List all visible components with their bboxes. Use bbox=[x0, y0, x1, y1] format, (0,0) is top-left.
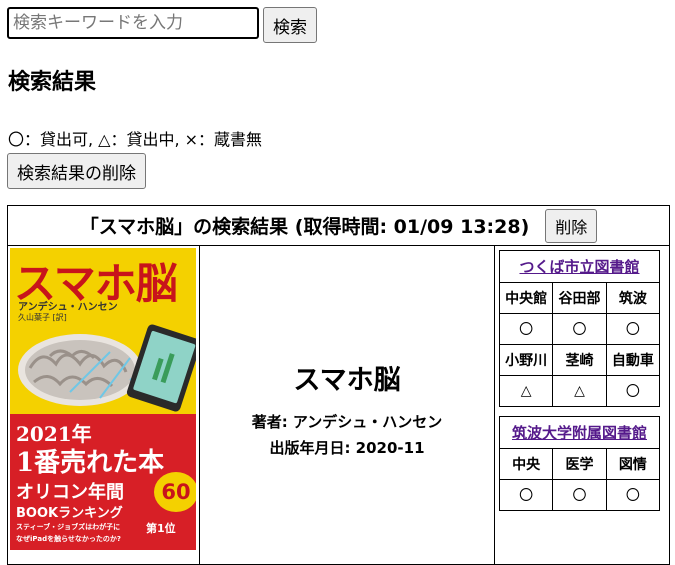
cover-author: アンデシュ・ハンセン bbox=[18, 302, 118, 313]
library-table: つくば市立図書館 中央館 谷田部 筑波 〇 〇 〇 小野川 茎崎 自動車 △ △… bbox=[498, 250, 661, 407]
availability-status: 〇 bbox=[605, 375, 661, 407]
cover-band-line: 1番売れた本 bbox=[16, 448, 165, 478]
availability-status: 〇 bbox=[498, 313, 554, 345]
branch-name: 自動車 bbox=[605, 344, 661, 376]
book-title: スマホ脳 bbox=[293, 364, 401, 396]
branch-name: 医学 bbox=[552, 448, 607, 480]
availability-status: 〇 bbox=[605, 313, 661, 345]
library-link[interactable]: 筑波大学附属図書館 bbox=[512, 424, 647, 442]
availability-status: △ bbox=[552, 375, 607, 407]
result-header-text: 「スマホ脳」の検索結果 (取得時間: 01/09 13:28) bbox=[79, 216, 530, 238]
branch-name: 図情 bbox=[605, 448, 661, 480]
result-card: 「スマホ脳」の検索結果 (取得時間: 01/09 13:28) 削除 スマホ脳 … bbox=[7, 205, 670, 565]
availability-status: 〇 bbox=[498, 479, 554, 511]
search-bar: 検索 bbox=[7, 7, 317, 43]
availability-status: 〇 bbox=[552, 479, 607, 511]
branch-name: 中央館 bbox=[498, 282, 554, 314]
cover-badge: 60 bbox=[154, 472, 196, 512]
cover-band-line: スティーブ・ジョブズはわが子に bbox=[16, 523, 121, 531]
branch-name: 小野川 bbox=[498, 344, 554, 376]
branch-name: 中央 bbox=[498, 448, 554, 480]
book-cover-image: スマホ脳 アンデシュ・ハンセン 久山葉子 [訳] 2021年 1番売れた本 オリ… bbox=[10, 248, 196, 550]
book-info: スマホ脳 著者: アンデシュ・ハンセン 出版年月日: 2020-11 bbox=[200, 246, 495, 564]
search-button[interactable]: 検索 bbox=[263, 7, 317, 43]
branch-name: 谷田部 bbox=[552, 282, 607, 314]
result-header: 「スマホ脳」の検索結果 (取得時間: 01/09 13:28) 削除 bbox=[8, 206, 669, 246]
availability-status: 〇 bbox=[552, 313, 607, 345]
status-legend: 〇：貸出可, △：貸出中, ×：蔵書無 bbox=[8, 130, 263, 149]
brain-phone-illustration bbox=[18, 324, 196, 412]
availability-status: 〇 bbox=[605, 479, 661, 511]
book-publish-date: 出版年月日: 2020-11 bbox=[269, 438, 425, 457]
page-title: 検索結果 bbox=[8, 70, 97, 95]
library-table: 筑波大学附属図書館 中央 医学 図情 〇 〇 〇 bbox=[498, 416, 661, 511]
cover-band-line: オリコン年間 bbox=[16, 482, 124, 503]
delete-result-button[interactable]: 削除 bbox=[545, 208, 598, 243]
book-author: 著者: アンデシュ・ハンセン bbox=[251, 412, 443, 431]
cover-band-line: なぜiPadを触らせなかったのか? bbox=[16, 535, 121, 543]
library-link[interactable]: つくば市立図書館 bbox=[519, 258, 639, 276]
cover-band-line: BOOKランキング bbox=[16, 506, 123, 521]
branch-name: 筑波 bbox=[605, 282, 661, 314]
cover-cell: スマホ脳 アンデシュ・ハンセン 久山葉子 [訳] 2021年 1番売れた本 オリ… bbox=[8, 246, 200, 564]
delete-all-results-button[interactable]: 検索結果の削除 bbox=[7, 153, 146, 189]
branch-name: 茎崎 bbox=[552, 344, 607, 376]
library-availability: つくば市立図書館 中央館 谷田部 筑波 〇 〇 〇 小野川 茎崎 自動車 △ △… bbox=[495, 246, 669, 564]
cover-rank: 第1位 bbox=[146, 522, 176, 535]
search-input[interactable] bbox=[7, 7, 259, 39]
availability-status: △ bbox=[498, 375, 554, 407]
